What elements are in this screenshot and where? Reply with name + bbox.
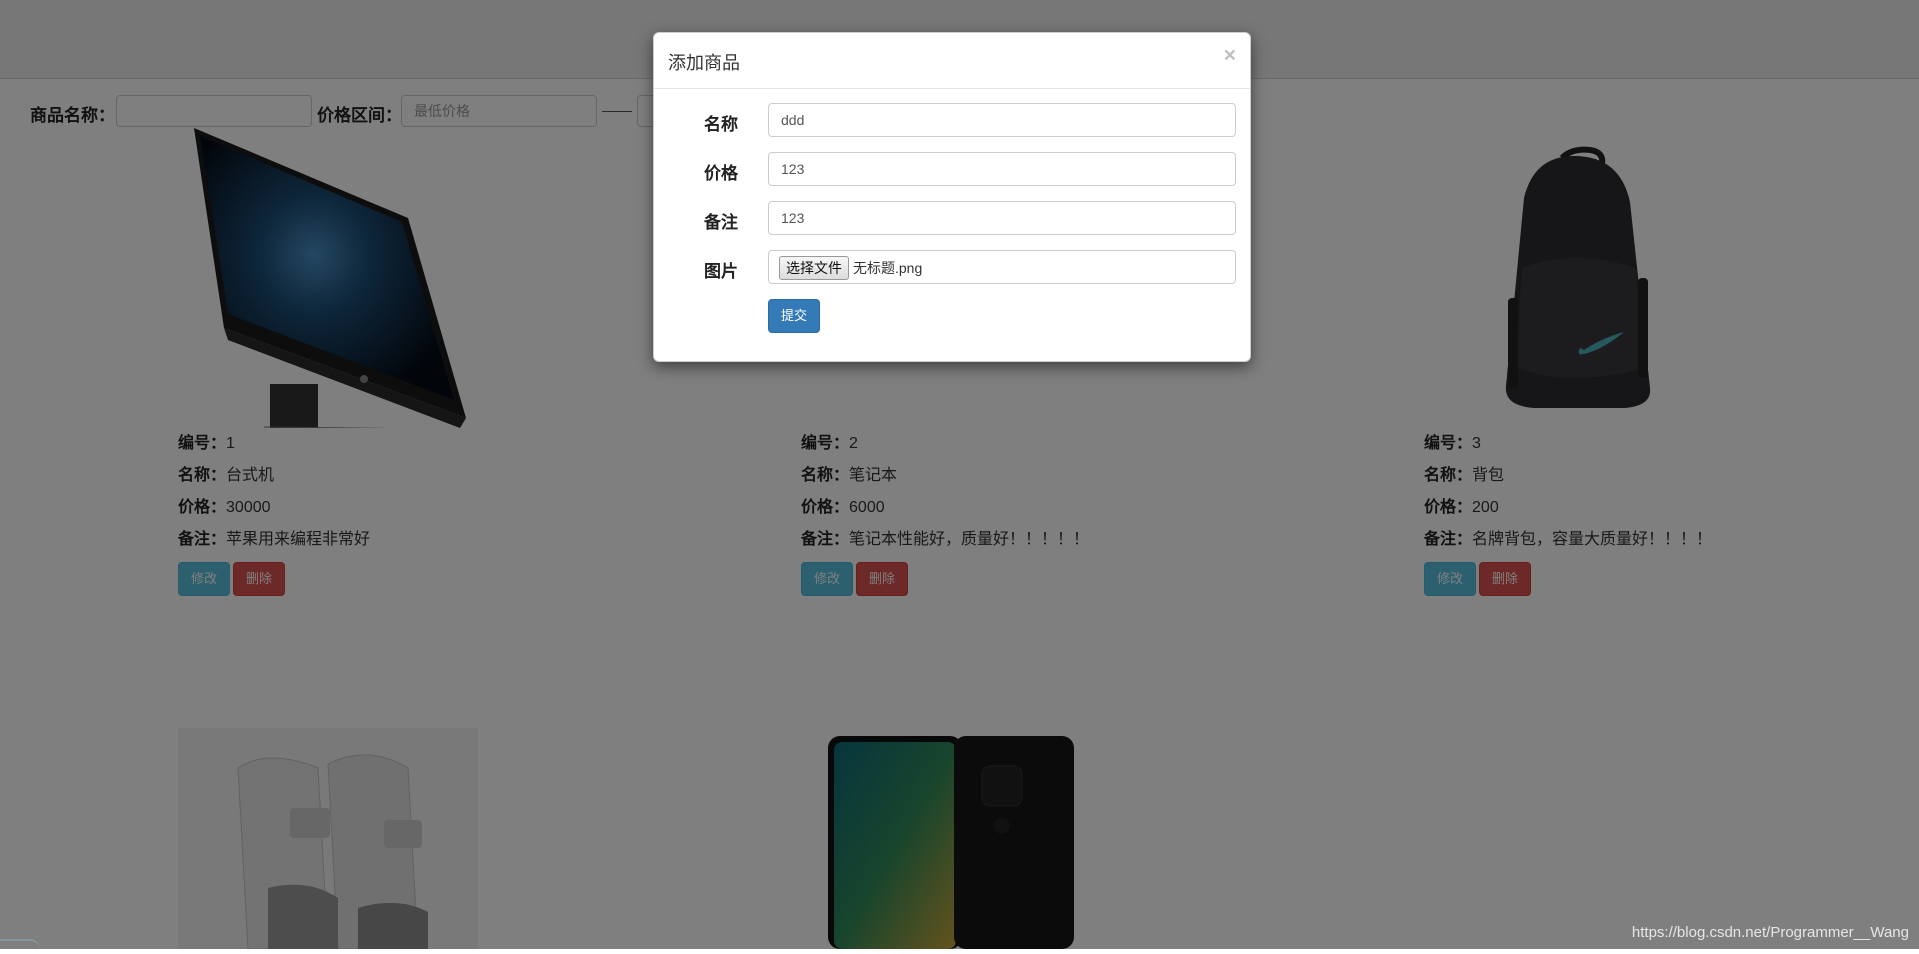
choose-file-button[interactable]: 选择文件 <box>779 256 849 281</box>
corner-widget <box>0 939 40 949</box>
file-input: 选择文件 无标题.png <box>768 250 1236 284</box>
note-field-label: 备注 <box>704 213 738 232</box>
price-row: 价格 <box>654 152 1252 186</box>
add-product-modal: 添加商品 × 名称 价格 备注 图片 选择文件无标题.png 提交 <box>653 32 1251 362</box>
name-field-label: 名称 <box>704 115 738 134</box>
file-name: 无标题.png <box>853 260 923 277</box>
modal-header: 添加商品 × <box>654 33 1250 89</box>
price-field-label: 价格 <box>704 164 738 183</box>
product-page: 商品名称： 价格区间： <box>0 0 1919 950</box>
note-row: 备注 <box>654 201 1252 235</box>
image-row: 图片 选择文件 无标题.png <box>654 250 1252 284</box>
modal-title: 添加商品 <box>668 53 740 73</box>
name-field[interactable] <box>768 103 1236 137</box>
note-field[interactable] <box>768 201 1236 235</box>
image-field-label: 图片 <box>704 262 738 281</box>
submit-button[interactable]: 提交 <box>768 299 821 333</box>
watermark-url: https://blog.csdn.net/Programmer__Wang <box>1631 924 1909 941</box>
name-row: 名称 <box>654 103 1252 137</box>
close-icon[interactable]: × <box>1224 45 1236 66</box>
price-field[interactable] <box>768 152 1236 186</box>
